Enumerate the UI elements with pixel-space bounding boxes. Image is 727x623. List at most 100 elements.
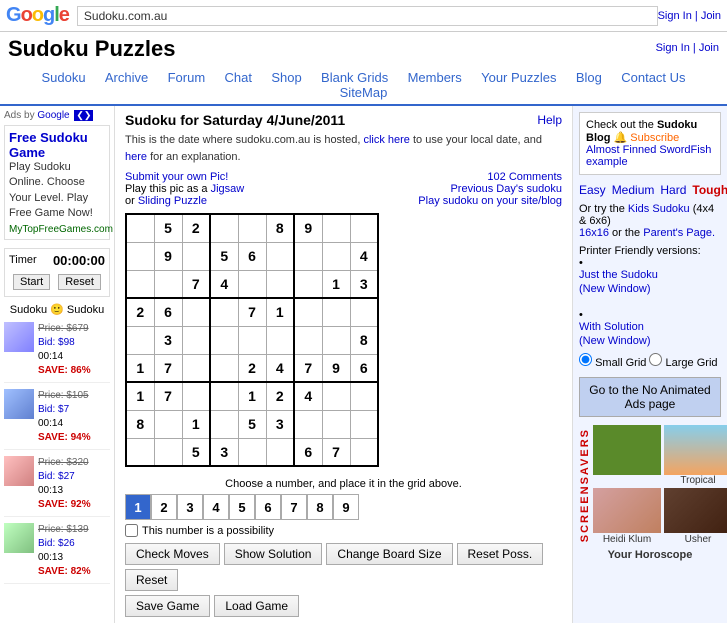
cell-4-3[interactable] — [210, 326, 238, 354]
cell-0-8[interactable] — [350, 214, 378, 242]
cell-5-2[interactable] — [182, 354, 210, 382]
16x16-link[interactable]: 16x16 — [579, 227, 609, 239]
check-moves-button[interactable]: Check Moves — [125, 543, 220, 565]
number-btn-9[interactable]: 9 — [333, 494, 359, 520]
cell-8-8[interactable] — [350, 438, 378, 466]
comments-link[interactable]: 102 Comments — [487, 171, 562, 183]
new-window-1-link[interactable]: (New Window) — [579, 283, 721, 295]
ad-title[interactable]: Free Sudoku Game — [9, 130, 105, 160]
cell-2-8[interactable]: 3 — [350, 270, 378, 298]
cell-5-3[interactable] — [210, 354, 238, 382]
cell-3-4[interactable]: 7 — [238, 298, 266, 326]
number-btn-6[interactable]: 6 — [255, 494, 281, 520]
cell-8-7[interactable]: 7 — [322, 438, 350, 466]
cell-6-8[interactable] — [350, 382, 378, 410]
difficulty-medium[interactable]: Medium — [612, 183, 655, 197]
nav-blank-grids[interactable]: Blank Grids — [321, 70, 388, 85]
parent-page-link[interactable]: Parent's Page. — [643, 227, 715, 239]
cell-8-4[interactable] — [238, 438, 266, 466]
cell-6-3[interactable] — [210, 382, 238, 410]
cell-6-2[interactable] — [182, 382, 210, 410]
difficulty-hard[interactable]: Hard — [660, 183, 686, 197]
cell-8-5[interactable] — [266, 438, 294, 466]
jigsaw-link[interactable]: Jigsaw — [211, 183, 245, 195]
cell-1-8[interactable]: 4 — [350, 242, 378, 270]
possibility-checkbox[interactable] — [125, 524, 138, 537]
load-game-button[interactable]: Load Game — [214, 595, 299, 617]
cell-7-5[interactable]: 3 — [266, 410, 294, 438]
cell-3-1[interactable]: 6 — [154, 298, 182, 326]
nav-blog[interactable]: Blog — [576, 70, 602, 85]
sign-in-link[interactable]: Sign In — [658, 10, 692, 22]
cell-0-1[interactable]: 5 — [154, 214, 182, 242]
cell-7-7[interactable] — [322, 410, 350, 438]
cell-5-1[interactable]: 7 — [154, 354, 182, 382]
cell-5-8[interactable]: 6 — [350, 354, 378, 382]
start-button[interactable]: Start — [13, 274, 50, 290]
new-window-2-link[interactable]: (New Window) — [579, 335, 721, 347]
cell-2-5[interactable] — [266, 270, 294, 298]
small-grid-radio[interactable] — [579, 353, 592, 366]
cell-7-4[interactable]: 5 — [238, 410, 266, 438]
cell-6-1[interactable]: 7 — [154, 382, 182, 410]
cell-0-5[interactable]: 8 — [266, 214, 294, 242]
cell-1-1[interactable]: 9 — [154, 242, 182, 270]
cell-5-6[interactable]: 7 — [294, 354, 322, 382]
cell-0-3[interactable] — [210, 214, 238, 242]
cell-2-7[interactable]: 1 — [322, 270, 350, 298]
cell-0-0[interactable] — [126, 214, 154, 242]
reset-poss-button[interactable]: Reset Poss. — [457, 543, 544, 565]
nav-your-puzzles[interactable]: Your Puzzles — [481, 70, 556, 85]
cell-4-6[interactable] — [294, 326, 322, 354]
nav-archive[interactable]: Archive — [105, 70, 148, 85]
cell-2-1[interactable] — [154, 270, 182, 298]
cell-0-7[interactable] — [322, 214, 350, 242]
join-link[interactable]: Join — [701, 10, 721, 22]
cell-5-0[interactable]: 1 — [126, 354, 154, 382]
sudoku-table[interactable]: 52899564741326713817247961712481535367 — [125, 213, 379, 467]
cell-3-2[interactable] — [182, 298, 210, 326]
cell-7-3[interactable] — [210, 410, 238, 438]
cell-7-1[interactable] — [154, 410, 182, 438]
cell-6-7[interactable] — [322, 382, 350, 410]
cell-0-6[interactable]: 9 — [294, 214, 322, 242]
cell-3-6[interactable] — [294, 298, 322, 326]
cell-4-5[interactable] — [266, 326, 294, 354]
nav-sudoku[interactable]: Sudoku — [41, 70, 85, 85]
nav-members[interactable]: Members — [408, 70, 462, 85]
cell-8-1[interactable] — [154, 438, 182, 466]
nav-shop[interactable]: Shop — [271, 70, 301, 85]
nav-forum[interactable]: Forum — [168, 70, 206, 85]
cell-7-2[interactable]: 1 — [182, 410, 210, 438]
cell-7-0[interactable]: 8 — [126, 410, 154, 438]
cell-4-7[interactable] — [322, 326, 350, 354]
cell-0-4[interactable] — [238, 214, 266, 242]
cell-8-2[interactable]: 5 — [182, 438, 210, 466]
cell-0-2[interactable]: 2 — [182, 214, 210, 242]
cell-2-4[interactable] — [238, 270, 266, 298]
cell-6-6[interactable]: 4 — [294, 382, 322, 410]
cell-3-3[interactable] — [210, 298, 238, 326]
cell-6-4[interactable]: 1 — [238, 382, 266, 410]
no-ads-button[interactable]: Go to the No Animated Ads page — [579, 377, 721, 417]
cell-5-5[interactable]: 4 — [266, 354, 294, 382]
cell-2-0[interactable] — [126, 270, 154, 298]
show-solution-button[interactable]: Show Solution — [224, 543, 323, 565]
number-btn-2[interactable]: 2 — [151, 494, 177, 520]
sliding-puzzle-link[interactable]: Sliding Puzzle — [138, 195, 207, 207]
cell-3-5[interactable]: 1 — [266, 298, 294, 326]
number-btn-3[interactable]: 3 — [177, 494, 203, 520]
cell-6-5[interactable]: 2 — [266, 382, 294, 410]
number-btn-8[interactable]: 8 — [307, 494, 333, 520]
cell-1-2[interactable] — [182, 242, 210, 270]
cell-7-6[interactable] — [294, 410, 322, 438]
number-btn-4[interactable]: 4 — [203, 494, 229, 520]
nav-contact-us[interactable]: Contact Us — [621, 70, 685, 85]
change-board-button[interactable]: Change Board Size — [326, 543, 452, 565]
number-btn-1[interactable]: 1 — [125, 494, 151, 520]
cell-1-0[interactable] — [126, 242, 154, 270]
cell-2-2[interactable]: 7 — [182, 270, 210, 298]
click-here-link[interactable]: click here — [363, 134, 409, 146]
submit-pic-link[interactable]: Submit your own Pic! — [125, 171, 228, 183]
cell-4-8[interactable]: 8 — [350, 326, 378, 354]
